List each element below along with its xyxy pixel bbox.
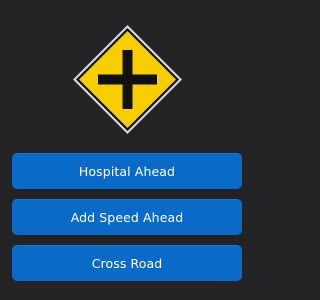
crossroad-warning-sign-icon: [73, 25, 182, 134]
answer-list: Hospital Ahead Add Speed Ahead Cross Roa…: [12, 153, 242, 291]
answer-label: Hospital Ahead: [78, 163, 176, 179]
answer-button-hospital-ahead[interactable]: Hospital Ahead: [12, 153, 242, 189]
answer-button-add-speed-ahead[interactable]: Add Speed Ahead: [12, 199, 242, 235]
answer-label: Add Speed Ahead: [70, 209, 184, 225]
road-sign-image: [70, 22, 185, 137]
answer-label: Cross Road: [91, 255, 163, 271]
answer-button-cross-road[interactable]: Cross Road: [12, 245, 242, 281]
